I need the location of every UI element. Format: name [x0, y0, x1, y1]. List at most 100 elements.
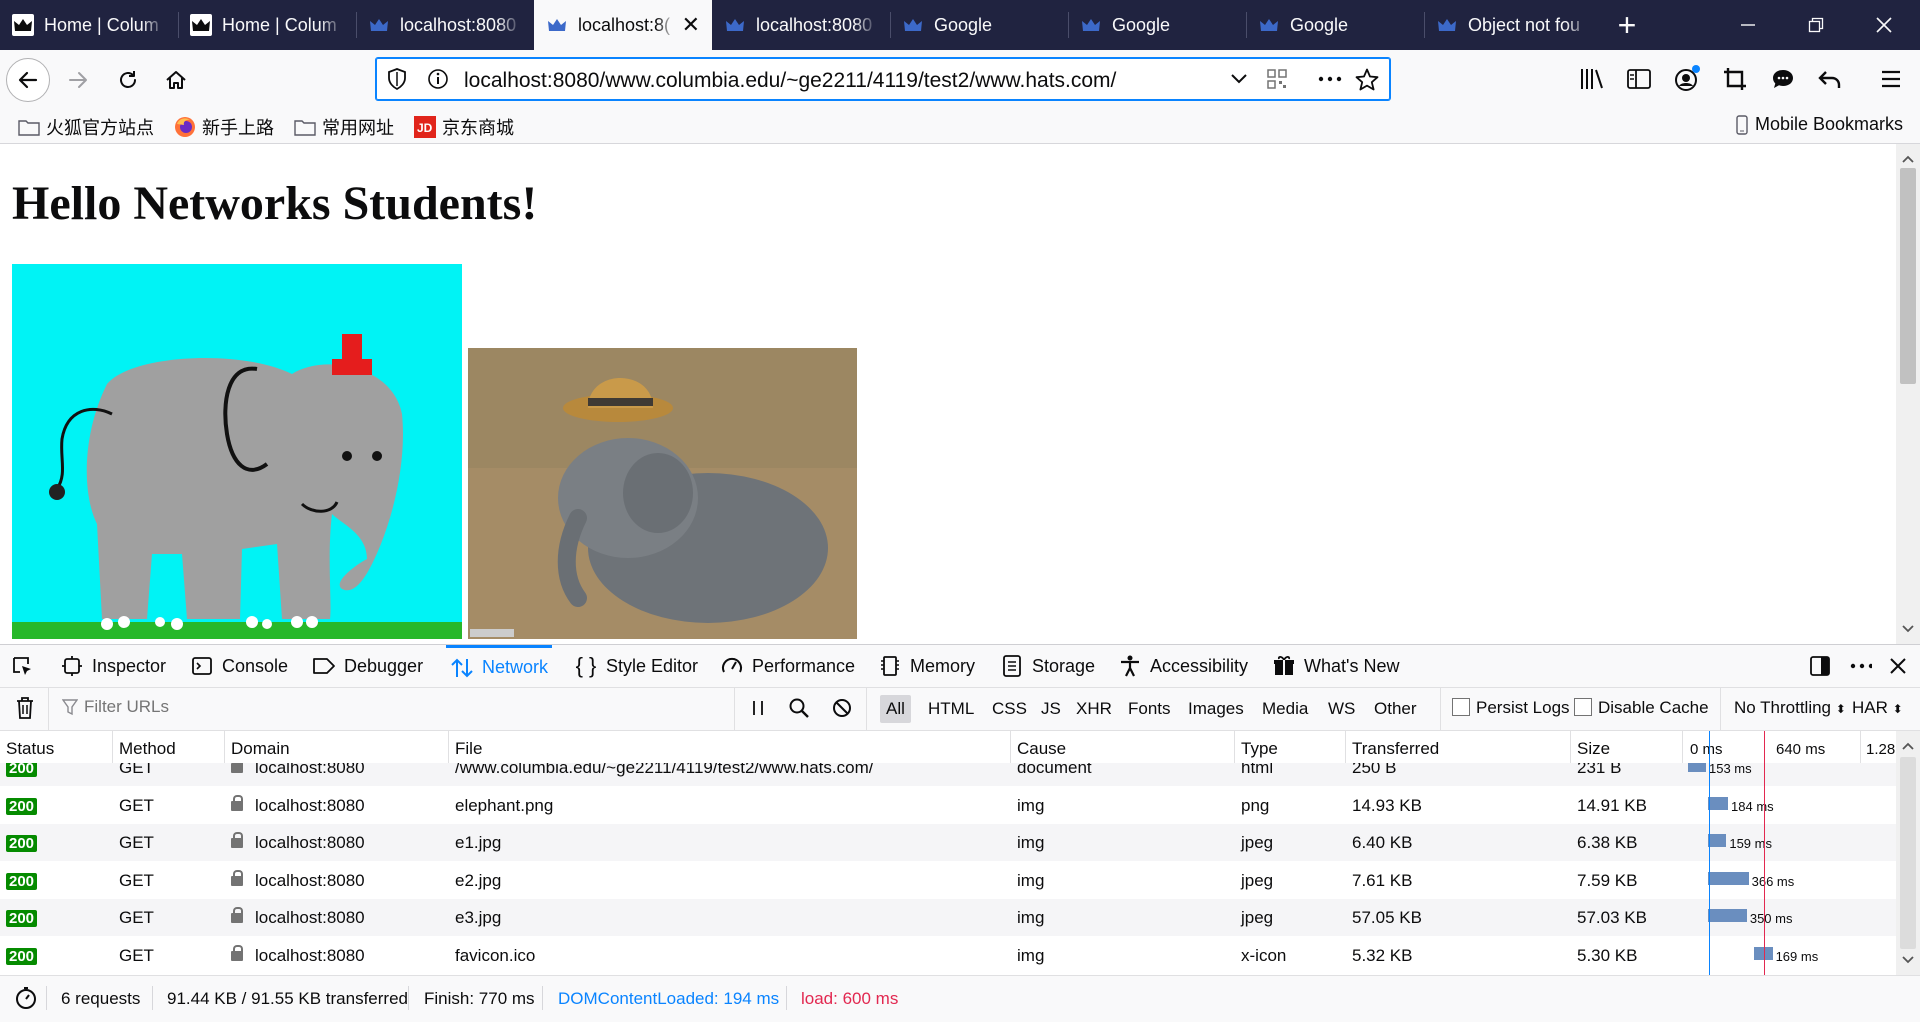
waterfall-bar [1707, 796, 1729, 810]
element-picker-button[interactable] [10, 645, 42, 687]
page-actions-icon[interactable] [1316, 67, 1344, 96]
col-transferred[interactable]: Transferred [1352, 739, 1439, 759]
devtools-menu-button[interactable] [1848, 645, 1880, 687]
qr-code-icon[interactable] [1266, 67, 1288, 96]
performance-analysis-button[interactable] [14, 986, 38, 1015]
request-row[interactable]: 200 GET localhost:8080 e1.jpg img jpeg 6.40 KB… [0, 824, 1896, 861]
page-scrollbar[interactable] [1896, 144, 1920, 644]
cell-type: png [1241, 795, 1270, 815]
tab-memory[interactable]: Memory [878, 645, 975, 687]
tab-console[interactable]: Console [190, 645, 288, 687]
tab-style-editor[interactable]: { } Style Editor [574, 645, 698, 687]
filter-xhr[interactable]: XHR [1070, 695, 1118, 723]
bookmark-common-sites[interactable]: 常用网址 [294, 114, 394, 140]
close-window-button[interactable] [1850, 0, 1918, 50]
tab-1[interactable]: Home | Colum [178, 0, 356, 50]
pause-recording-button[interactable] [750, 698, 766, 723]
clear-requests-button[interactable] [14, 696, 36, 725]
request-row[interactable]: 200 GET localhost:8080 e2.jpg img jpeg 7.61 KB… [0, 862, 1896, 899]
filter-media[interactable]: Media [1256, 695, 1314, 723]
cell-size: 5.30 KB [1577, 945, 1638, 965]
har-menu[interactable]: HAR ⬍ [1852, 698, 1903, 718]
bookmark-star-icon[interactable] [1354, 67, 1380, 98]
minimize-button[interactable] [1714, 0, 1782, 50]
cell-cause: document [1017, 763, 1092, 777]
disable-cache-checkbox[interactable]: Disable Cache [1574, 698, 1709, 718]
throttling-select[interactable]: No Throttling ⬍ [1734, 698, 1846, 718]
filter-js[interactable]: JS [1035, 695, 1067, 723]
col-method[interactable]: Method [119, 739, 176, 759]
filter-urls-input[interactable] [82, 696, 716, 718]
tracking-protection-icon[interactable] [386, 67, 408, 96]
tab-7[interactable]: Google [1246, 0, 1424, 50]
back-button[interactable] [6, 58, 50, 102]
home-button[interactable] [154, 58, 198, 102]
close-tab-icon[interactable]: ✕ [682, 12, 700, 38]
tab-accessibility[interactable]: Accessibility [1118, 645, 1248, 687]
block-requests-button[interactable] [832, 698, 852, 723]
tab-3[interactable]: localhost:8(✕ [534, 0, 712, 50]
dock-toggle-button[interactable] [1808, 645, 1840, 687]
screenshot-crop-icon[interactable] [1720, 64, 1750, 94]
navigation-toolbar: localhost:8080/www.columbia.edu/~ge2211/… [0, 50, 1920, 110]
col-type[interactable]: Type [1241, 739, 1278, 759]
cell-domain: localhost:8080 [231, 832, 365, 853]
waterfall-time-label: 153 ms [1709, 763, 1752, 776]
bookmark-label: 新手上路 [202, 118, 274, 138]
filter-images[interactable]: Images [1182, 695, 1250, 723]
filter-ws[interactable]: WS [1322, 695, 1361, 723]
filter-css[interactable]: CSS [986, 695, 1033, 723]
tab-whats-new[interactable]: What's New [1272, 645, 1399, 687]
tab-0[interactable]: Home | Colum [0, 0, 178, 50]
request-row[interactable]: 200 GET localhost:8080 elephant.png img png 14… [0, 787, 1896, 824]
col-size[interactable]: Size [1577, 739, 1610, 759]
mobile-bookmarks[interactable]: Mobile Bookmarks [1735, 114, 1903, 135]
reload-button[interactable] [106, 58, 150, 102]
undo-close-tab-icon[interactable] [1815, 64, 1845, 94]
site-info-icon[interactable] [426, 67, 450, 96]
col-domain[interactable]: Domain [231, 739, 290, 759]
new-tab-button[interactable]: + [1602, 0, 1652, 50]
col-status[interactable]: Status [6, 739, 54, 759]
col-cause[interactable]: Cause [1017, 739, 1066, 759]
filter-fonts[interactable]: Fonts [1122, 695, 1177, 723]
chat-bubble-icon[interactable] [1768, 64, 1798, 94]
url-bar[interactable]: localhost:8080/www.columbia.edu/~ge2211/… [375, 57, 1391, 101]
tab-debugger[interactable]: Debugger [312, 645, 423, 687]
requests-scrollbar[interactable] [1896, 731, 1920, 975]
tab-8[interactable]: Object not fou [1424, 0, 1602, 50]
restore-icon [1808, 17, 1824, 33]
filter-other[interactable]: Other [1368, 695, 1423, 723]
filter-html[interactable]: HTML [922, 695, 980, 723]
tab-5[interactable]: Google [890, 0, 1068, 50]
filter-all[interactable]: All [880, 695, 911, 723]
tab-6[interactable]: Google [1068, 0, 1246, 50]
tab-performance[interactable]: Performance [720, 645, 855, 687]
account-icon[interactable] [1672, 64, 1702, 94]
tab-2[interactable]: localhost:8080 [356, 0, 534, 50]
cell-domain: localhost:8080 [231, 944, 365, 966]
devtools-close-button[interactable] [1886, 645, 1918, 687]
request-row[interactable]: 200 GET localhost:8080 e3.jpg img jpeg 57.05 K… [0, 899, 1896, 936]
bookmark-getting-started[interactable]: 新手上路 [174, 114, 274, 140]
forward-button[interactable] [56, 58, 100, 102]
sidebar-icon[interactable] [1624, 64, 1654, 94]
persist-logs-checkbox[interactable]: Persist Logs [1452, 698, 1570, 718]
request-row[interactable]: 200 GET localhost:8080/www.columbia.edu/~g… [0, 763, 1896, 786]
bookmark-label: 京东商城 [442, 118, 514, 138]
url-dropdown-icon[interactable] [1228, 67, 1250, 96]
tab-inspector[interactable]: Inspector [60, 645, 166, 687]
restore-button[interactable] [1782, 0, 1850, 50]
col-file[interactable]: File [455, 739, 482, 759]
bookmark-jd[interactable]: JD 京东商城 [414, 114, 514, 140]
library-icon[interactable] [1577, 64, 1607, 94]
url-text[interactable]: localhost:8080/www.columbia.edu/~ge2211/… [464, 69, 1116, 93]
tab-4[interactable]: localhost:8080 [712, 0, 890, 50]
cartoon-elephant-image [12, 264, 462, 639]
search-button[interactable] [788, 697, 810, 724]
request-row[interactable]: 200 GET localhost:8080 favicon.ico img x-icon… [0, 937, 1896, 974]
hamburger-menu-icon[interactable] [1876, 64, 1906, 94]
bookmark-firefox-official[interactable]: 火狐官方站点 [18, 114, 154, 140]
tab-network[interactable]: Network [446, 645, 553, 687]
tab-storage[interactable]: Storage [1000, 645, 1095, 687]
